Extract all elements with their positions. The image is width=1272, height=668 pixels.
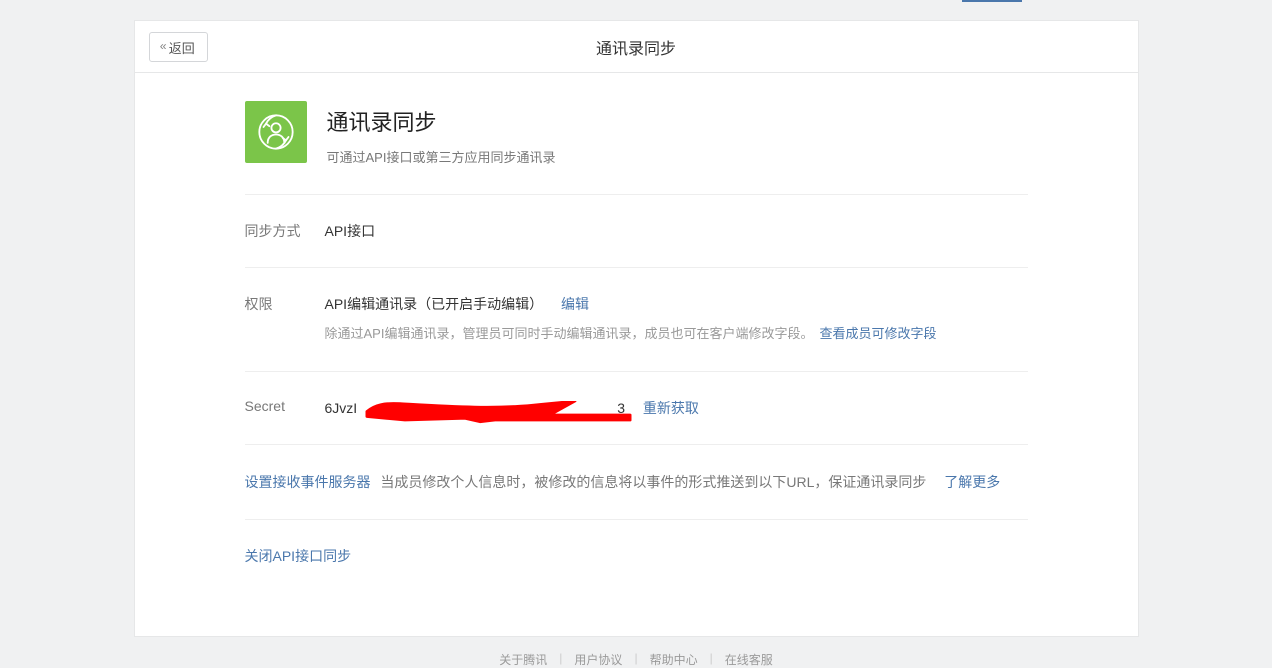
- row-close-api: 关闭API接口同步: [245, 519, 1028, 586]
- permission-content: API编辑通讯录（已开启手动编辑） 编辑 除通过API编辑通讯录，管理员可同时手…: [325, 294, 1028, 345]
- row-secret: Secret 6JvzI3 重新获取: [245, 371, 1028, 444]
- setup-event-server-link[interactable]: 设置接收事件服务器: [245, 474, 371, 490]
- top-accent: [962, 0, 1022, 2]
- sync-method-value: API接口: [325, 221, 1028, 241]
- footer-link-help[interactable]: 帮助中心: [638, 651, 710, 668]
- contacts-sync-icon: [245, 101, 307, 163]
- back-button-label: 返回: [169, 38, 195, 57]
- page-title: 通讯录同步: [596, 35, 676, 59]
- view-fields-link[interactable]: 查看成员可修改字段: [819, 326, 936, 341]
- footer: 关于腾讯 | 用户协议 | 帮助中心 | 在线客服: [134, 651, 1139, 668]
- content-area: 通讯录同步 可通过API接口或第三方应用同步通讯录 同步方式 API接口 权限 …: [135, 73, 1138, 636]
- page-header: « 返回 通讯录同步: [135, 21, 1138, 73]
- event-desc: 当成员修改个人信息时，被修改的信息将以事件的形式推送到以下URL，保证通讯录同步: [380, 474, 926, 490]
- chevron-left-icon: «: [160, 40, 163, 54]
- back-button[interactable]: « 返回: [149, 32, 208, 62]
- secret-content: 6JvzI3 重新获取: [325, 398, 1028, 418]
- sync-method-label: 同步方式: [245, 221, 325, 241]
- row-event-server: 设置接收事件服务器 当成员修改个人信息时，被修改的信息将以事件的形式推送到以下U…: [245, 444, 1028, 519]
- app-title: 通讯录同步: [327, 105, 556, 137]
- permission-sub-text: 除通过API编辑通讯录，管理员可同时手动编辑通讯录，成员也可在客户端修改字段。: [325, 326, 814, 341]
- row-sync-method: 同步方式 API接口: [245, 194, 1028, 267]
- learn-more-link[interactable]: 了解更多: [944, 474, 1000, 490]
- footer-link-about[interactable]: 关于腾讯: [487, 651, 559, 668]
- secret-value: 6JvzI3: [325, 400, 625, 416]
- app-meta: 通讯录同步 可通过API接口或第三方应用同步通讯录: [327, 101, 556, 166]
- secret-reget-link[interactable]: 重新获取: [643, 400, 699, 416]
- close-api-link[interactable]: 关闭API接口同步: [245, 548, 352, 564]
- app-header: 通讯录同步 可通过API接口或第三方应用同步通讯录: [245, 101, 1028, 194]
- secret-label: Secret: [245, 398, 325, 414]
- permission-edit-link[interactable]: 编辑: [561, 296, 589, 312]
- footer-link-agreement[interactable]: 用户协议: [562, 651, 634, 668]
- row-permission: 权限 API编辑通讯录（已开启手动编辑） 编辑 除通过API编辑通讯录，管理员可…: [245, 267, 1028, 371]
- footer-link-service[interactable]: 在线客服: [713, 651, 785, 668]
- permission-label: 权限: [245, 294, 325, 314]
- permission-value: API编辑通讯录（已开启手动编辑）: [325, 296, 544, 312]
- app-desc: 可通过API接口或第三方应用同步通讯录: [327, 147, 556, 166]
- page-container: « 返回 通讯录同步 通讯录同步 可通过API接口或第三方应用同步通讯录: [134, 20, 1139, 637]
